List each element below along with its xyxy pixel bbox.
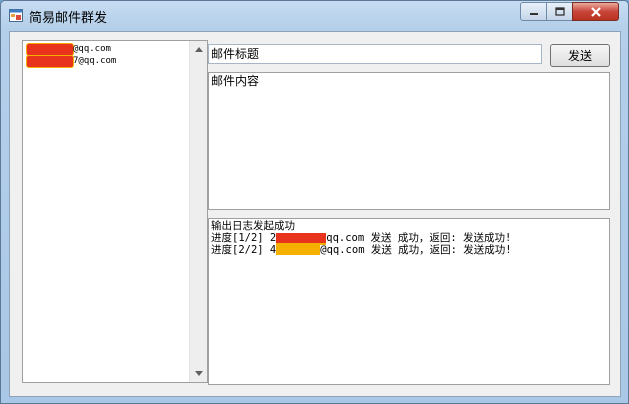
window-title: 简易邮件群发 bbox=[29, 11, 108, 26]
maximize-icon bbox=[554, 7, 565, 16]
listbox-scrollbar[interactable] bbox=[189, 41, 207, 382]
main-window: 简易邮件群发 @qq.com 7@qq.com 邮件标题 发送 邮件内容 输出日… bbox=[0, 0, 629, 404]
list-item[interactable]: @qq.com bbox=[27, 44, 111, 55]
form-client-area: @qq.com 7@qq.com 邮件标题 发送 邮件内容 输出日志发起成功 进… bbox=[9, 31, 621, 397]
scroll-up-arrow-icon bbox=[194, 47, 203, 52]
redacted-email-prefix bbox=[276, 233, 327, 243]
log-line: 进度[2/2] 4 @qq.com 发送 成功，返回: 发送成功! bbox=[211, 244, 512, 256]
scroll-up-button[interactable] bbox=[190, 41, 207, 58]
scroll-down-arrow-icon bbox=[194, 371, 203, 376]
subject-input[interactable]: 邮件标题 bbox=[208, 44, 542, 64]
redacted-email-prefix bbox=[276, 245, 321, 255]
log-line: 进度[1/2] 2 qq.com 发送 成功，返回: 发送成功! bbox=[211, 232, 512, 244]
send-button[interactable]: 发送 bbox=[550, 44, 610, 67]
recipient-listbox[interactable]: @qq.com 7@qq.com bbox=[22, 40, 208, 383]
body-textarea[interactable]: 邮件内容 bbox=[208, 72, 610, 210]
log-output-textarea[interactable]: 输出日志发起成功 进度[1/2] 2 qq.com 发送 成功，返回: 发送成功!… bbox=[208, 218, 610, 385]
minimize-button[interactable] bbox=[520, 2, 547, 21]
list-item[interactable]: 7@qq.com bbox=[27, 56, 116, 67]
redacted-email-prefix bbox=[27, 44, 73, 55]
log-line: 输出日志发起成功 bbox=[211, 220, 295, 232]
close-icon bbox=[590, 6, 601, 17]
app-window-icon bbox=[9, 9, 23, 22]
scroll-down-button[interactable] bbox=[190, 365, 207, 382]
redacted-email-prefix bbox=[27, 56, 73, 67]
maximize-button[interactable] bbox=[546, 2, 573, 21]
title-bar[interactable]: 简易邮件群发 bbox=[1, 1, 628, 29]
close-button[interactable] bbox=[572, 2, 619, 21]
minimize-icon bbox=[529, 12, 538, 15]
